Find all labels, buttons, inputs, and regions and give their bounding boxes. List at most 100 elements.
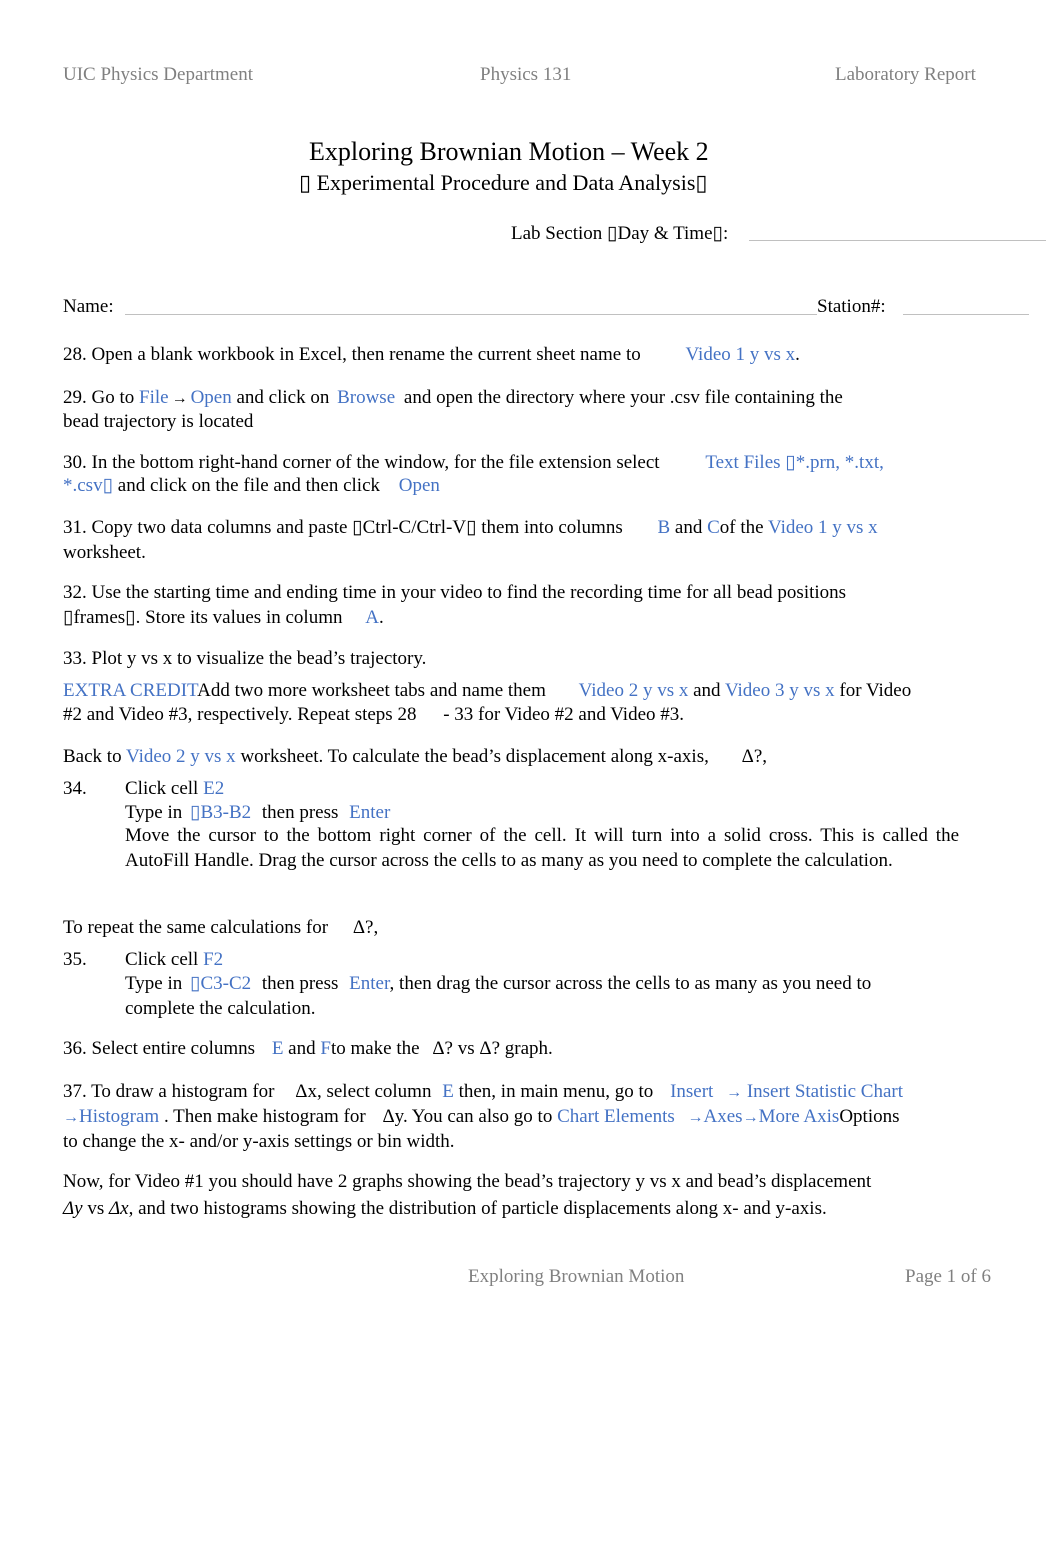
name-field[interactable] — [125, 314, 817, 315]
step-37-line-2: →Histogram . Then make histogram for Δy.… — [63, 1107, 900, 1126]
extra-credit: EXTRA CREDITAdd two more worksheet tabs … — [63, 681, 911, 700]
menu-axes: Axes — [703, 1106, 743, 1127]
repeat-text: To repeat the same calculations for — [63, 917, 329, 938]
back-to-text-2: worksheet. To calculate the bead’s displ… — [240, 746, 709, 767]
step-35-text: , then drag the cursor across the cells … — [389, 973, 872, 994]
arrow-right-icon: → — [726, 1084, 743, 1101]
step-29-text: 29. Go to — [63, 387, 135, 408]
menu-file: File — [139, 387, 169, 408]
column-f: F — [320, 1038, 331, 1059]
step-37-text-2: , select column — [316, 1081, 432, 1102]
extra-credit-text-2: for Video — [839, 680, 912, 701]
arrow-right-icon: → — [171, 390, 188, 407]
and-text: and — [288, 1038, 316, 1059]
step-36: 36. Select entire columns E and Fto make… — [63, 1039, 553, 1058]
period: . — [378, 607, 384, 628]
type-in-text: Type in — [125, 973, 183, 994]
step-29-text-3: and open the directory where your .csv f… — [403, 387, 843, 408]
arrow-right-icon: → — [742, 1109, 759, 1126]
sheet-name-video-2: Video 2 y vs x — [578, 680, 689, 701]
step-29-text-2: and click on — [236, 387, 330, 408]
menu-insert: Insert — [670, 1081, 714, 1102]
cell-e2: E2 — [203, 778, 225, 799]
period: . — [795, 344, 800, 365]
column-e: E — [271, 1038, 284, 1059]
step-34-type: Type in ▯B3-B2 then press Enter — [125, 803, 390, 822]
menu-chart-elements: Chart Elements — [557, 1106, 675, 1127]
menu-browse: Browse — [337, 387, 396, 408]
sheet-name-video-2: Video 2 y vs x — [126, 746, 236, 767]
step-35-text-2: complete the calculation. — [125, 998, 316, 1019]
step-34-click: Click cell E2 — [125, 779, 224, 798]
extra-credit-text-4: - 33 for Video #2 and Video #3. — [443, 704, 685, 725]
extra-credit-text-3: #2 and Video #3, respectively. Repeat st… — [63, 704, 417, 725]
column-b: B — [657, 517, 671, 538]
lab-section-field[interactable] — [749, 240, 1046, 241]
document-title: Exploring Brownian Motion – Week 2 — [309, 137, 709, 166]
delta-x-symbol: Δ?, — [741, 746, 768, 767]
extra-credit-label: EXTRA CREDIT — [63, 680, 198, 701]
step-28: 28. Open a blank workbook in Excel, then… — [63, 345, 800, 364]
lab-section-label: Lab Section ▯Day & Time▯: — [511, 223, 729, 244]
sheet-name-video-3: Video 3 y vs x — [724, 680, 835, 701]
click-cell-text: Click cell — [125, 949, 199, 970]
step-31-text-2: of the — [719, 517, 764, 538]
sheet-name-video-1: Video 1 y vs x — [685, 344, 796, 365]
step-28-text: 28. Open a blank workbook in Excel, then… — [63, 344, 641, 365]
step-32-text-2: ▯frames▯. Store its values in column — [63, 607, 343, 628]
menu-open: Open — [190, 387, 232, 408]
step-30-text: 30. In the bottom right-hand corner of t… — [63, 452, 660, 473]
vs-text: vs — [87, 1198, 105, 1219]
step-32-text: 32. Use the starting time and ending tim… — [63, 582, 847, 603]
options-text: Options — [839, 1106, 900, 1127]
click-cell-text: Click cell — [125, 778, 199, 799]
step-37-text: 37. To draw a histogram for — [63, 1081, 275, 1102]
step-30-text-2: and click on the file and then click — [117, 475, 381, 496]
summary-text: Now, for Video #1 you should have 2 grap… — [63, 1171, 872, 1192]
repeat-paragraph: To repeat the same calculations for Δ?, — [63, 918, 378, 937]
step-35-click: Click cell F2 — [125, 950, 223, 969]
and-text: and — [693, 680, 721, 701]
type-in-text: Type in — [125, 802, 183, 823]
name-label: Name: — [63, 296, 114, 317]
step-35-type: Type in ▯C3-C2 then press Enter, then dr… — [125, 974, 871, 993]
step-30: 30. In the bottom right-hand corner of t… — [63, 453, 884, 472]
document-subtitle: ▯ Experimental Procedure and Data Analys… — [299, 170, 708, 195]
footer-title: Exploring Brownian Motion — [468, 1266, 685, 1287]
step-31: 31. Copy two data columns and paste ▯Ctr… — [63, 518, 878, 537]
then-press-text: then press — [261, 973, 339, 994]
column-a: A — [365, 607, 379, 628]
file-type-text-files: Text Files ▯*.prn, *.txt, — [705, 452, 884, 473]
extra-credit-text: Add two more worksheet tabs and name the… — [197, 680, 546, 701]
formula-b3-b2: ▯B3-B2 — [190, 802, 252, 823]
arrow-right-icon: → — [687, 1109, 704, 1126]
step-36-text: 36. Select entire columns — [63, 1038, 256, 1059]
open-button-ref: Open — [398, 475, 440, 496]
delta-y-symbol: Δ?, — [352, 917, 379, 938]
header-department: UIC Physics Department — [63, 64, 253, 85]
delta-x-symbol: Δx — [109, 1198, 129, 1219]
summary-line-2: Δy vs Δx, and two histograms showing the… — [63, 1199, 827, 1218]
step-30-line-2: *.csv▯ and click on the file and then cl… — [63, 476, 440, 495]
menu-insert-statistic-chart: Insert Statistic Chart — [746, 1081, 904, 1102]
header-course: Physics 131 — [480, 64, 572, 85]
station-field[interactable] — [903, 314, 1029, 315]
delta-x-symbol: Δx — [295, 1081, 317, 1102]
step-35-number: 35. — [63, 949, 87, 970]
step-32-line-2: ▯frames▯. Store its values in column A. — [63, 608, 384, 627]
station-label: Station#: — [817, 296, 886, 317]
summary-text-2: , and two histograms showing the distrib… — [128, 1198, 827, 1219]
then-press-text: then press — [261, 802, 339, 823]
menu-more-axis-options: More Axis — [758, 1106, 840, 1127]
step-37-text-5: . You can also go to — [402, 1106, 553, 1127]
column-e: E — [442, 1081, 454, 1102]
delta-y-symbol: Δ? vs — [432, 1038, 475, 1059]
back-to-text: Back to — [63, 746, 122, 767]
sheet-name-video-1: Video 1 y vs x — [768, 517, 878, 538]
step-37-text-4: . Then make histogram for — [163, 1106, 366, 1127]
column-c: C — [707, 517, 720, 538]
step-29: 29. Go to File → Open and click on Browse … — [63, 388, 843, 407]
step-37-text-3: then, in main menu, go to — [458, 1081, 654, 1102]
delta-y-symbol: Δy — [63, 1198, 83, 1219]
step-36-text-2: to make the — [330, 1038, 420, 1059]
